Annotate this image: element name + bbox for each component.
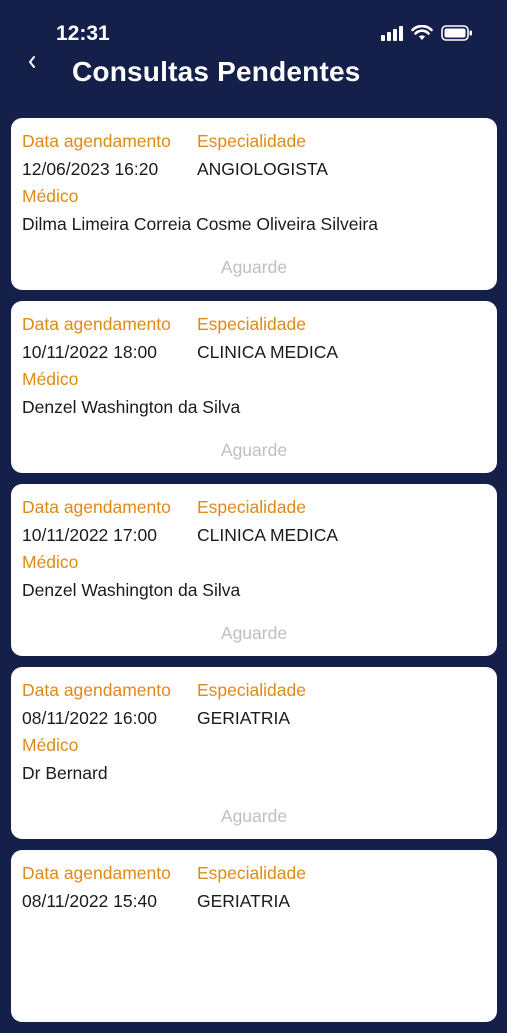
doctor-label: Médico <box>22 735 79 755</box>
wifi-icon <box>411 25 433 41</box>
date-label: Data agendamento <box>22 680 171 700</box>
appointment-date: 10/11/2022 18:00 <box>22 342 157 362</box>
date-label: Data agendamento <box>22 131 171 151</box>
appointments-list[interactable]: Data agendamento Especialidade 12/06/202… <box>11 118 497 1033</box>
status-icons <box>381 25 473 41</box>
appointment-card[interactable]: Data agendamento Especialidade 08/11/202… <box>11 667 497 839</box>
chevron-left-icon <box>29 56 35 68</box>
appointment-card[interactable]: Data agendamento Especialidade 08/11/202… <box>11 850 497 1022</box>
appointment-status: Aguarde <box>220 623 288 643</box>
specialty-label: Especialidade <box>197 863 306 883</box>
appointment-specialty: GERIATRIA <box>197 891 291 911</box>
page-title: Consultas Pendentes <box>72 56 361 87</box>
appointment-status: Aguarde <box>220 257 288 277</box>
status-time: 12:31 <box>56 22 110 45</box>
appointment-card[interactable]: Data agendamento Especialidade 10/11/202… <box>11 484 497 656</box>
doctor-label: Médico <box>22 369 79 389</box>
appointment-card[interactable]: Data agendamento Especialidade 12/06/202… <box>11 118 497 290</box>
appointment-doctor: Dr Bernard <box>22 763 108 783</box>
date-label: Data agendamento <box>22 314 171 334</box>
specialty-label: Especialidade <box>197 314 306 334</box>
appointment-date: 08/11/2022 15:40 <box>22 891 157 911</box>
appointment-date: 10/11/2022 17:00 <box>22 525 157 545</box>
date-label: Data agendamento <box>22 863 171 883</box>
appointment-doctor: Denzel Washington da Silva <box>22 397 241 417</box>
status-bar: 12:31 <box>0 0 507 56</box>
appointment-doctor: Denzel Washington da Silva <box>22 580 241 600</box>
appointment-card[interactable]: Data agendamento Especialidade 10/11/202… <box>11 301 497 473</box>
specialty-label: Especialidade <box>197 497 306 517</box>
doctor-label: Médico <box>22 552 79 572</box>
appointment-status: Aguarde <box>220 440 288 460</box>
battery-icon <box>441 25 473 41</box>
appointment-specialty: CLINICA MEDICA <box>197 342 338 362</box>
date-label: Data agendamento <box>22 497 171 517</box>
signal-icon <box>381 25 403 41</box>
nav-header: Consultas Pendentes <box>0 52 507 102</box>
specialty-label: Especialidade <box>197 680 306 700</box>
appointment-date: 12/06/2023 16:20 <box>22 159 159 179</box>
appointment-specialty: ANGIOLOGISTA <box>197 159 328 179</box>
back-button[interactable] <box>26 54 48 76</box>
appointment-specialty: GERIATRIA <box>197 708 291 728</box>
appointment-doctor: Dilma Limeira Correia Cosme Oliveira Sil… <box>22 214 378 234</box>
appointment-specialty: CLINICA MEDICA <box>197 525 338 545</box>
appointment-date: 08/11/2022 16:00 <box>22 708 157 728</box>
appointment-status: Aguarde <box>220 806 288 826</box>
specialty-label: Especialidade <box>197 131 306 151</box>
doctor-label: Médico <box>22 186 79 206</box>
